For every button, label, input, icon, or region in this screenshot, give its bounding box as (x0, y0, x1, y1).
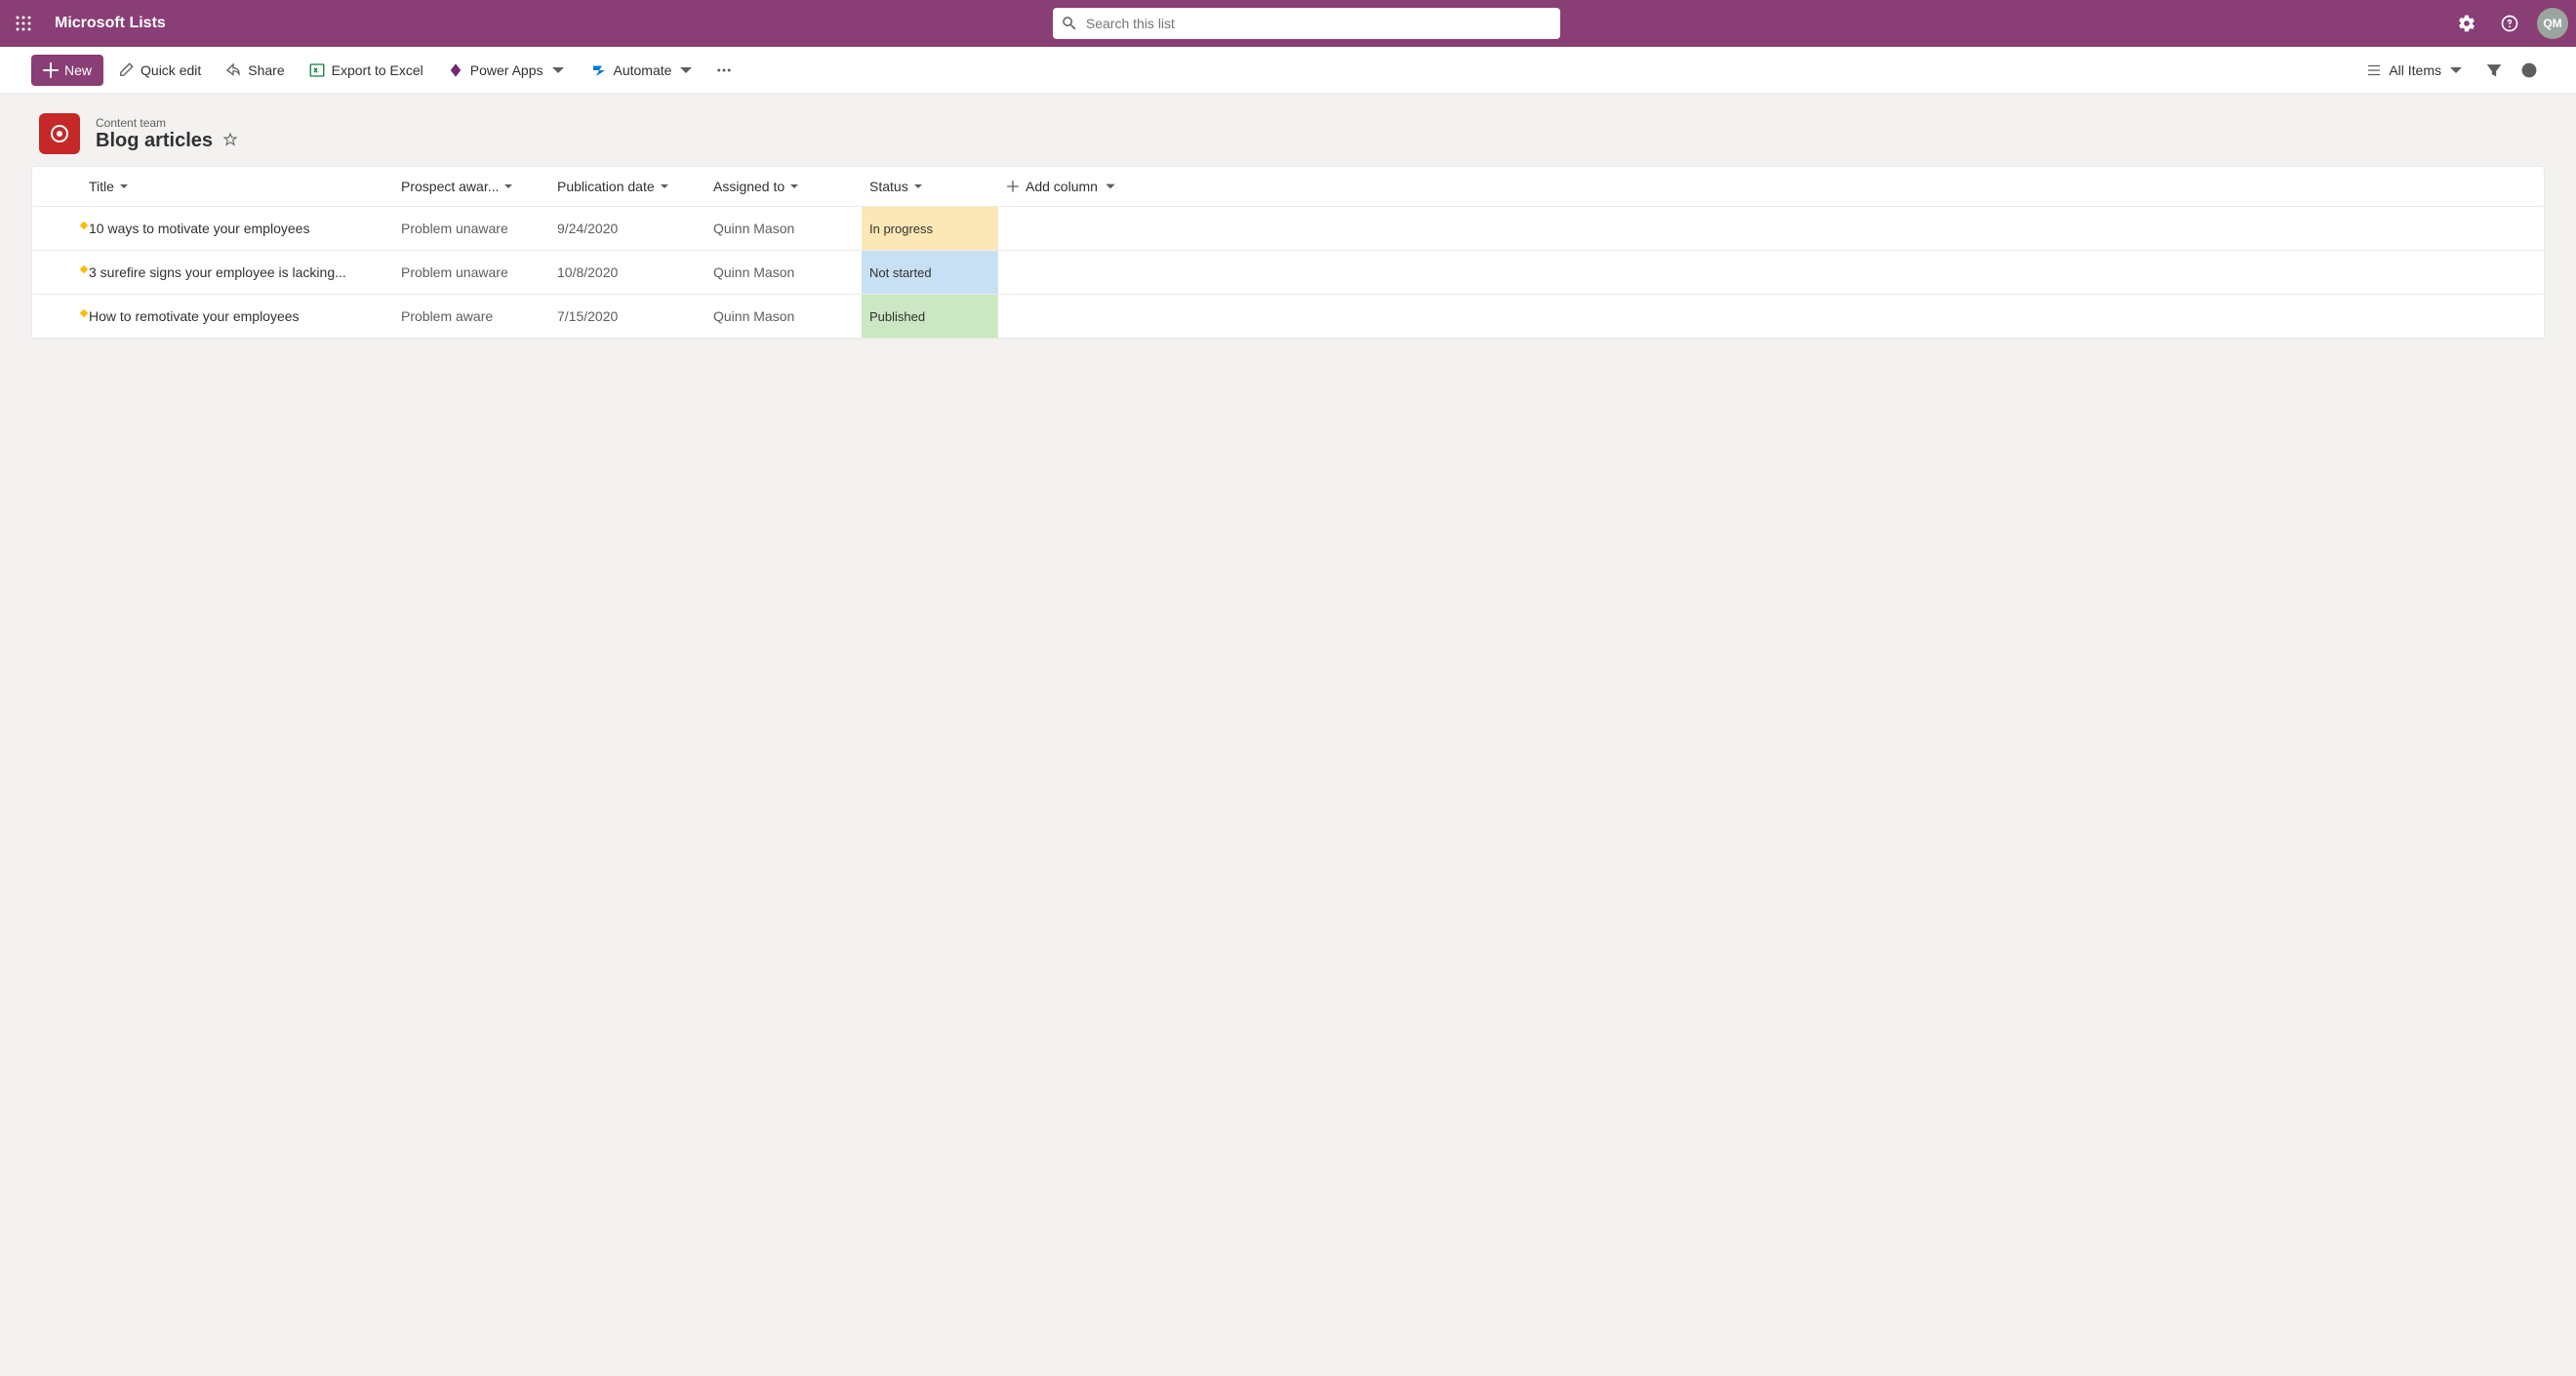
list-header: Content team Blog articles (0, 94, 2576, 166)
chevron-down-icon (503, 181, 514, 192)
chevron-down-icon (118, 181, 130, 192)
table-container: Title Prospect awar... Publication date … (31, 166, 2545, 340)
excel-icon (308, 61, 326, 79)
cell-assigned[interactable]: Quinn Mason (705, 207, 862, 251)
command-bar: New Quick edit Share Export to Excel Pow… (0, 47, 2576, 94)
favorite-button[interactable] (222, 132, 238, 150)
cell-title[interactable]: How to remotivate your employees (81, 295, 393, 339)
new-button[interactable]: New (31, 55, 103, 86)
automate-button[interactable]: Automate (581, 55, 705, 86)
column-header-add[interactable]: Add column (998, 167, 2544, 207)
column-header-title[interactable]: Title (81, 167, 393, 207)
power-apps-icon (447, 61, 464, 79)
search-box[interactable] (1053, 8, 1560, 39)
cell-assigned[interactable]: Quinn Mason (705, 295, 862, 339)
more-icon (715, 61, 733, 79)
automate-icon (590, 61, 608, 79)
cell-title[interactable]: 3 surefire signs your employee is lackin… (81, 251, 393, 295)
column-header-status[interactable]: Status (862, 167, 998, 207)
cell-empty (998, 207, 2544, 251)
quick-edit-button[interactable]: Quick edit (107, 55, 211, 86)
chevron-down-icon (788, 181, 800, 192)
cell-status[interactable]: Published (862, 295, 998, 339)
export-label: Export to Excel (332, 62, 423, 78)
help-icon[interactable] (2490, 4, 2529, 43)
app-title: Microsoft Lists (55, 15, 166, 32)
site-name[interactable]: Content team (96, 116, 238, 130)
list-title: Blog articles (96, 130, 213, 152)
info-button[interactable] (2514, 55, 2545, 86)
new-button-label: New (64, 62, 92, 78)
table-row[interactable]: 3 surefire signs your employee is lackin… (32, 251, 2544, 295)
column-header-select[interactable] (32, 167, 81, 207)
chevron-down-icon (677, 61, 695, 79)
cell-assigned[interactable]: Quinn Mason (705, 251, 862, 295)
cell-publication[interactable]: 7/15/2020 (549, 295, 705, 339)
list-icon (39, 113, 80, 154)
cell-status[interactable]: Not started (862, 251, 998, 295)
user-avatar[interactable]: QM (2537, 8, 2568, 39)
view-selector-button[interactable]: All Items (2355, 55, 2475, 86)
plus-icon (43, 62, 59, 78)
cell-empty (998, 295, 2544, 339)
chevron-down-icon (549, 61, 567, 79)
filter-icon (2485, 61, 2503, 79)
filter-button[interactable] (2478, 55, 2510, 86)
power-apps-label: Power Apps (470, 62, 543, 78)
cell-empty (998, 251, 2544, 295)
app-header: Microsoft Lists QM (0, 0, 2576, 47)
chevron-down-icon (659, 181, 670, 192)
cell-prospect[interactable]: Problem unaware (393, 251, 549, 295)
edit-icon (117, 61, 135, 79)
automate-label: Automate (614, 62, 672, 78)
items-table: Title Prospect awar... Publication date … (32, 167, 2544, 339)
settings-icon[interactable] (2447, 4, 2486, 43)
chevron-down-icon (1104, 180, 1117, 193)
star-icon (222, 132, 238, 147)
cell-publication[interactable]: 9/24/2020 (549, 207, 705, 251)
view-label: All Items (2389, 62, 2441, 78)
column-header-row: Title Prospect awar... Publication date … (32, 167, 2544, 207)
chevron-down-icon (2447, 61, 2465, 79)
table-row[interactable]: How to remotivate your employees Problem… (32, 295, 2544, 339)
quick-edit-label: Quick edit (141, 62, 201, 78)
share-label: Share (248, 62, 284, 78)
share-icon (224, 61, 242, 79)
more-commands-button[interactable] (708, 55, 740, 86)
cell-select[interactable] (32, 207, 81, 251)
export-button[interactable]: Export to Excel (299, 55, 433, 86)
search-icon (1061, 15, 1078, 32)
table-row[interactable]: 10 ways to motivate your employees Probl… (32, 207, 2544, 251)
column-header-assigned[interactable]: Assigned to (705, 167, 862, 207)
cell-title[interactable]: 10 ways to motivate your employees (81, 207, 393, 251)
cell-prospect[interactable]: Problem unaware (393, 207, 549, 251)
list-view-icon (2365, 61, 2383, 79)
app-launcher-icon[interactable] (8, 8, 39, 39)
cell-select[interactable] (32, 295, 81, 339)
plus-icon (1006, 180, 1020, 193)
power-apps-button[interactable]: Power Apps (437, 55, 577, 86)
column-header-prospect[interactable]: Prospect awar... (393, 167, 549, 207)
cell-status[interactable]: In progress (862, 207, 998, 251)
info-icon (2520, 61, 2538, 79)
cell-prospect[interactable]: Problem aware (393, 295, 549, 339)
cell-publication[interactable]: 10/8/2020 (549, 251, 705, 295)
cell-select[interactable] (32, 251, 81, 295)
chevron-down-icon (912, 181, 924, 192)
column-header-publication[interactable]: Publication date (549, 167, 705, 207)
search-input[interactable] (1086, 16, 1552, 31)
share-button[interactable]: Share (215, 55, 294, 86)
